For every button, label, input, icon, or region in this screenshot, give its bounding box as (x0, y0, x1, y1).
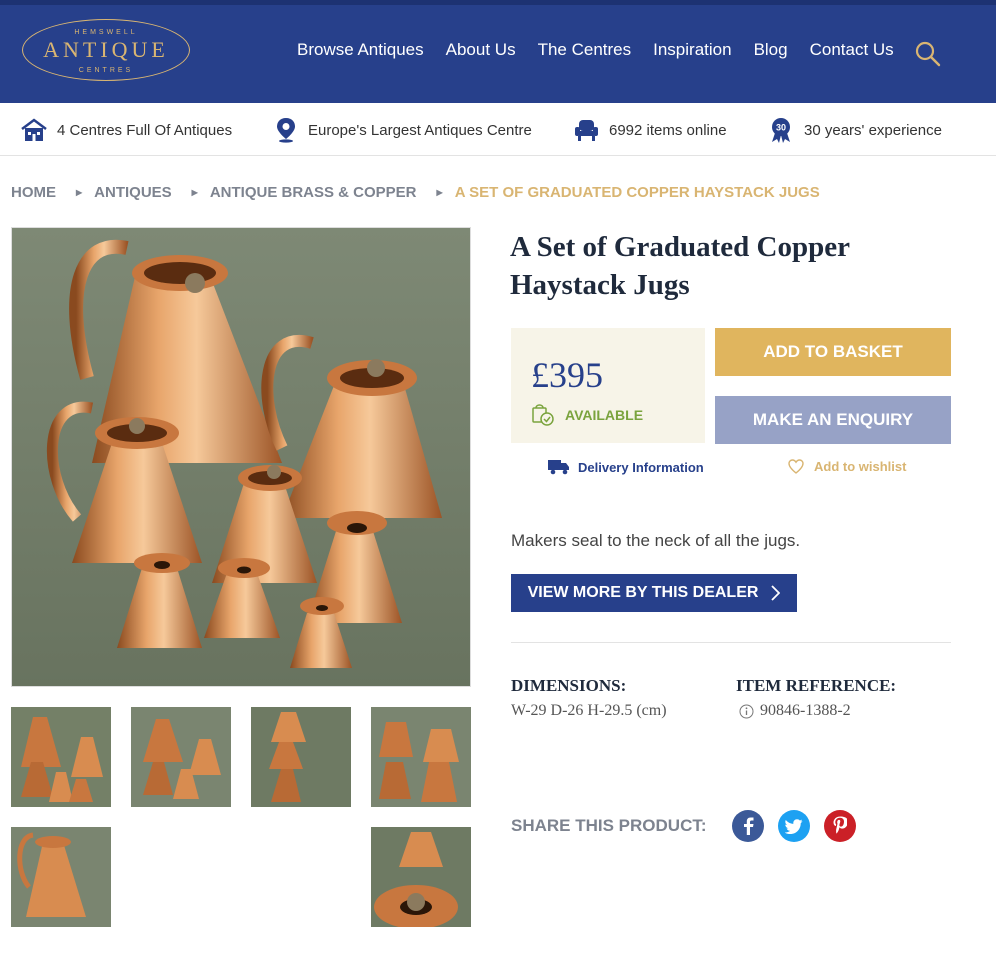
thumbnail-2[interactable] (131, 707, 231, 807)
item-reference-label: ITEM REFERENCE: (736, 676, 897, 695)
nav-contact-us[interactable]: Contact Us (810, 40, 894, 60)
breadcrumb-antiques[interactable]: ANTIQUES (94, 184, 172, 201)
site-header: HEMSWELL ANTIQUE CENTRES Browse Antiques… (0, 0, 996, 103)
add-to-basket-button[interactable]: ADD TO BASKET (715, 328, 951, 376)
feature-label: 30 years' experience (804, 121, 942, 139)
delivery-info-link[interactable]: Delivery Information (548, 459, 704, 475)
pinterest-share-button[interactable] (824, 810, 856, 842)
nav-the-centres[interactable]: The Centres (538, 40, 632, 60)
chevron-right-icon (771, 585, 781, 601)
logo-bottom-text: CENTRES (78, 67, 134, 74)
search-icon (915, 41, 941, 67)
divider (511, 642, 951, 643)
facebook-icon (744, 817, 754, 835)
main-nav: Browse Antiques About Us The Centres Ins… (297, 40, 916, 60)
item-reference-value: 90846-1388-2 (760, 702, 851, 719)
product-description: Makers seal to the neck of all the jugs. (511, 531, 801, 550)
product-title: A Set of Graduated Copper Haystack Jugs (510, 231, 850, 301)
thumbnail-5[interactable] (11, 827, 111, 927)
nav-browse-antiques[interactable]: Browse Antiques (297, 40, 424, 60)
view-more-label: VIEW MORE BY THIS DEALER (527, 584, 759, 601)
twitter-share-button[interactable] (778, 810, 810, 842)
wishlist-label: Add to wishlist (814, 459, 907, 474)
feature-centres: 4 Centres Full Of Antiques (21, 116, 232, 144)
twitter-icon (785, 818, 803, 834)
product-price: £395 (531, 355, 603, 395)
main-product-image[interactable] (11, 227, 471, 687)
pinterest-icon (833, 816, 847, 834)
add-to-wishlist-link[interactable]: Add to wishlist (788, 459, 906, 474)
thumbnail-6[interactable] (371, 827, 471, 927)
badge-number: 30 (776, 123, 786, 133)
thumbnail-4[interactable] (371, 707, 471, 807)
search-button[interactable] (914, 40, 942, 68)
chevron-right-icon: ▶ (436, 188, 443, 197)
thumbnail-1[interactable] (11, 707, 111, 807)
availability-status: AVAILABLE (531, 403, 643, 427)
info-icon (739, 704, 754, 718)
item-reference: 90846-1388-2 (739, 702, 851, 720)
feature-experience: 30 30 years' experience (768, 116, 942, 144)
feature-label: 6992 items online (609, 121, 727, 139)
house-icon (21, 118, 47, 141)
dimensions-label: DIMENSIONS: (511, 676, 627, 695)
share-label: SHARE THIS PRODUCT: (511, 816, 707, 835)
feature-items-online: 6992 items online (574, 116, 727, 144)
header-top-strip (0, 0, 996, 5)
delivery-label: Delivery Information (578, 459, 704, 475)
features-bar: 4 Centres Full Of Antiques Europe's Larg… (0, 103, 996, 156)
truck-icon (548, 460, 569, 475)
facebook-share-button[interactable] (732, 810, 764, 842)
chevron-right-icon: ▶ (191, 188, 198, 197)
badge-30-icon: 30 (772, 118, 790, 143)
heart-icon (788, 459, 804, 474)
nav-inspiration[interactable]: Inspiration (653, 40, 731, 60)
site-logo[interactable]: HEMSWELL ANTIQUE CENTRES (22, 19, 190, 81)
availability-label: AVAILABLE (565, 407, 644, 423)
nav-blog[interactable]: Blog (754, 40, 788, 60)
feature-label: 4 Centres Full Of Antiques (57, 121, 233, 139)
bag-check-icon (532, 404, 554, 426)
map-pin-icon (277, 118, 295, 143)
feature-largest: Europe's Largest Antiques Centre (274, 116, 532, 144)
breadcrumb-home[interactable]: HOME (11, 184, 56, 201)
chevron-right-icon: ▶ (76, 188, 83, 197)
make-enquiry-button[interactable]: MAKE AN ENQUIRY (715, 396, 951, 444)
logo-top-text: HEMSWELL (74, 29, 138, 36)
dimensions-value: W-29 D-26 H-29.5 (cm) (511, 702, 667, 719)
breadcrumb-current: A SET OF GRADUATED COPPER HAYSTACK JUGS (454, 184, 820, 201)
nav-about-us[interactable]: About Us (446, 40, 516, 60)
logo-main-text: ANTIQUE (43, 37, 169, 62)
view-more-by-dealer-button[interactable]: VIEW MORE BY THIS DEALER (511, 574, 797, 612)
breadcrumb-brass-copper[interactable]: ANTIQUE BRASS & COPPER (210, 184, 417, 201)
thumbnail-3[interactable] (251, 707, 351, 807)
breadcrumb: HOME ▶ ANTIQUES ▶ ANTIQUE BRASS & COPPER… (11, 184, 820, 201)
armchair-icon (575, 120, 598, 141)
feature-label: Europe's Largest Antiques Centre (308, 121, 532, 139)
price-box: £395 AVAILABLE (511, 328, 705, 443)
